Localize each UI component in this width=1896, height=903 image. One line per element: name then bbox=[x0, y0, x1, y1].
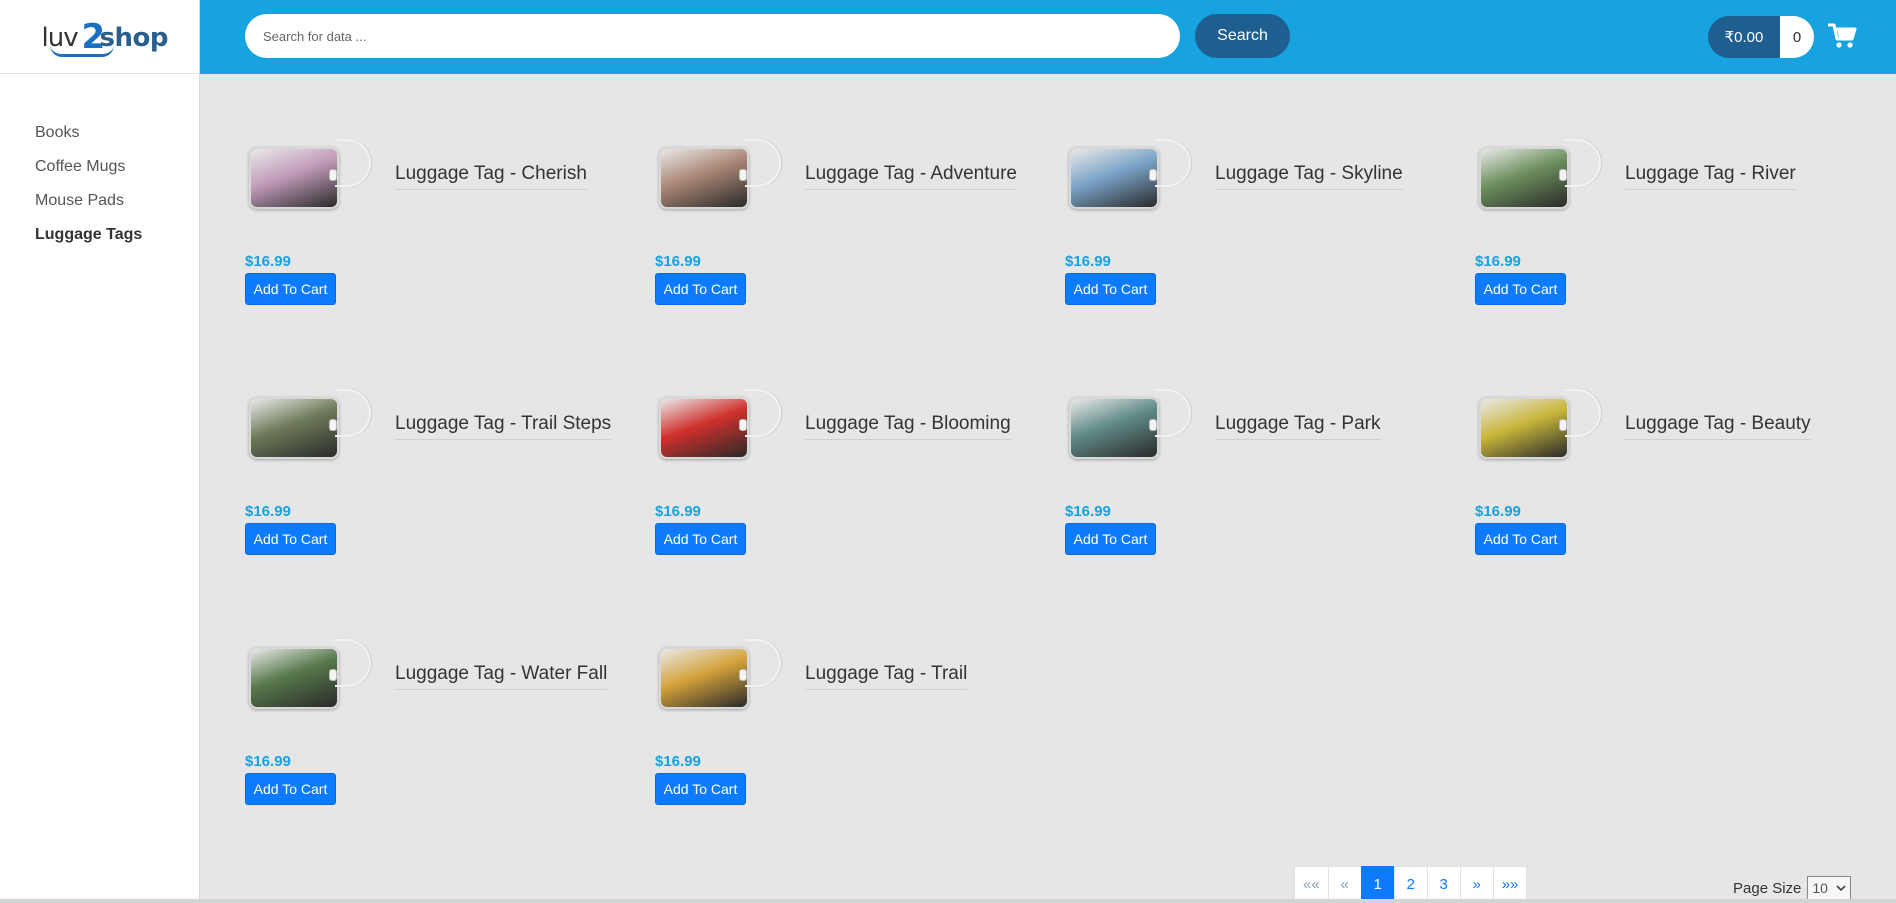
product-card: Luggage Tag - Cherish $16.99 Add To Cart bbox=[245, 139, 625, 345]
category-item-books[interactable]: Books bbox=[35, 116, 199, 150]
page-button-2[interactable]: 2 bbox=[1393, 866, 1428, 903]
product-card: Luggage Tag - Water Fall $16.99 Add To C… bbox=[245, 639, 625, 845]
page-size-control: Page Size 10 bbox=[1733, 876, 1852, 900]
product-thumbnail bbox=[659, 397, 749, 459]
previous-page-button[interactable]: « bbox=[1327, 866, 1362, 903]
product-card: Luggage Tag - Park $16.99 Add To Cart bbox=[1065, 389, 1445, 595]
product-card: Luggage Tag - Beauty $16.99 Add To Cart bbox=[1475, 389, 1855, 595]
product-name[interactable]: Luggage Tag - Trail bbox=[805, 663, 968, 690]
product-name[interactable]: Luggage Tag - Adventure bbox=[805, 163, 1017, 190]
search-button[interactable]: Search bbox=[1195, 14, 1290, 58]
add-to-cart-button[interactable]: Add To Cart bbox=[245, 273, 336, 305]
category-item-luggage-tags[interactable]: Luggage Tags bbox=[35, 218, 199, 252]
product-card: Luggage Tag - Adventure $16.99 Add To Ca… bbox=[655, 139, 1035, 345]
product-price: $16.99 bbox=[655, 503, 701, 520]
product-price: $16.99 bbox=[245, 253, 291, 270]
product-thumbnail bbox=[659, 647, 749, 709]
product-card: Luggage Tag - Skyline $16.99 Add To Cart bbox=[1065, 139, 1445, 345]
search-input[interactable] bbox=[245, 14, 1180, 58]
page-button-3[interactable]: 3 bbox=[1426, 866, 1461, 903]
product-image[interactable] bbox=[1479, 389, 1601, 459]
last-page-button[interactable]: »» bbox=[1492, 866, 1528, 903]
product-thumbnail bbox=[1069, 397, 1159, 459]
product-name[interactable]: Luggage Tag - River bbox=[1625, 163, 1796, 190]
product-name[interactable]: Luggage Tag - Water Fall bbox=[395, 663, 608, 690]
product-price: $16.99 bbox=[1065, 503, 1111, 520]
add-to-cart-button[interactable]: Add To Cart bbox=[245, 773, 336, 805]
luv2shop-logo: luv 2 shop bbox=[41, 16, 168, 57]
product-image[interactable] bbox=[659, 639, 781, 709]
product-thumbnail bbox=[1069, 147, 1159, 209]
product-card: Luggage Tag - Trail Steps $16.99 Add To … bbox=[245, 389, 625, 595]
page-size-label: Page Size bbox=[1733, 879, 1802, 897]
product-card: Luggage Tag - Trail $16.99 Add To Cart bbox=[655, 639, 1035, 845]
category-menu: Books Coffee Mugs Mouse Pads Luggage Tag… bbox=[0, 74, 199, 252]
product-price: $16.99 bbox=[245, 503, 291, 520]
product-thumbnail bbox=[1479, 147, 1569, 209]
product-image[interactable] bbox=[249, 139, 371, 209]
product-name[interactable]: Luggage Tag - Trail Steps bbox=[395, 413, 612, 440]
product-thumbnail bbox=[249, 397, 339, 459]
add-to-cart-button[interactable]: Add To Cart bbox=[1475, 523, 1566, 555]
product-card: Luggage Tag - River $16.99 Add To Cart bbox=[1475, 139, 1855, 345]
next-page-button[interactable]: » bbox=[1459, 866, 1494, 903]
sidebar: luv 2 shop Books Coffee Mugs Mouse Pads … bbox=[0, 0, 200, 903]
product-thumbnail bbox=[659, 147, 749, 209]
product-thumbnail bbox=[249, 147, 339, 209]
first-page-button[interactable]: «« bbox=[1294, 866, 1329, 903]
product-price: $16.99 bbox=[245, 753, 291, 770]
product-image[interactable] bbox=[1069, 389, 1191, 459]
chevron-down-icon bbox=[1836, 885, 1846, 892]
pagination: «« « 1 2 3 » »» bbox=[1294, 866, 1528, 903]
product-name[interactable]: Luggage Tag - Skyline bbox=[1215, 163, 1403, 190]
top-header: Search ₹0.00 0 bbox=[200, 0, 1896, 74]
add-to-cart-button[interactable]: Add To Cart bbox=[655, 773, 746, 805]
add-to-cart-button[interactable]: Add To Cart bbox=[1065, 273, 1156, 305]
bottom-edge bbox=[0, 899, 1896, 903]
product-thumbnail bbox=[1479, 397, 1569, 459]
product-image[interactable] bbox=[659, 139, 781, 209]
product-price: $16.99 bbox=[1475, 503, 1521, 520]
page-button-1[interactable]: 1 bbox=[1360, 866, 1395, 903]
shopping-cart-icon[interactable] bbox=[1828, 22, 1858, 50]
add-to-cart-button[interactable]: Add To Cart bbox=[1065, 523, 1156, 555]
logo[interactable]: luv 2 shop bbox=[0, 0, 199, 74]
product-card: Luggage Tag - Blooming $16.99 Add To Car… bbox=[655, 389, 1035, 595]
category-item-coffee-mugs[interactable]: Coffee Mugs bbox=[35, 150, 199, 184]
cart-quantity: 0 bbox=[1780, 16, 1814, 58]
add-to-cart-button[interactable]: Add To Cart bbox=[245, 523, 336, 555]
product-name[interactable]: Luggage Tag - Blooming bbox=[805, 413, 1011, 440]
page-size-select[interactable]: 10 bbox=[1807, 876, 1852, 900]
add-to-cart-button[interactable]: Add To Cart bbox=[655, 523, 746, 555]
product-price: $16.99 bbox=[655, 253, 701, 270]
product-thumbnail bbox=[249, 647, 339, 709]
product-price: $16.99 bbox=[655, 753, 701, 770]
add-to-cart-button[interactable]: Add To Cart bbox=[655, 273, 746, 305]
cart-total: ₹0.00 bbox=[1708, 16, 1780, 58]
product-price: $16.99 bbox=[1475, 253, 1521, 270]
cart-status[interactable]: ₹0.00 0 bbox=[1708, 16, 1814, 58]
product-name[interactable]: Luggage Tag - Park bbox=[1215, 413, 1381, 440]
product-price: $16.99 bbox=[1065, 253, 1111, 270]
product-image[interactable] bbox=[1479, 139, 1601, 209]
product-image[interactable] bbox=[1069, 139, 1191, 209]
category-item-mouse-pads[interactable]: Mouse Pads bbox=[35, 184, 199, 218]
product-image[interactable] bbox=[659, 389, 781, 459]
product-name[interactable]: Luggage Tag - Cherish bbox=[395, 163, 587, 190]
add-to-cart-button[interactable]: Add To Cart bbox=[1475, 273, 1566, 305]
product-image[interactable] bbox=[249, 639, 371, 709]
page-size-value: 10 bbox=[1812, 880, 1828, 896]
product-name[interactable]: Luggage Tag - Beauty bbox=[1625, 413, 1811, 440]
product-image[interactable] bbox=[249, 389, 371, 459]
